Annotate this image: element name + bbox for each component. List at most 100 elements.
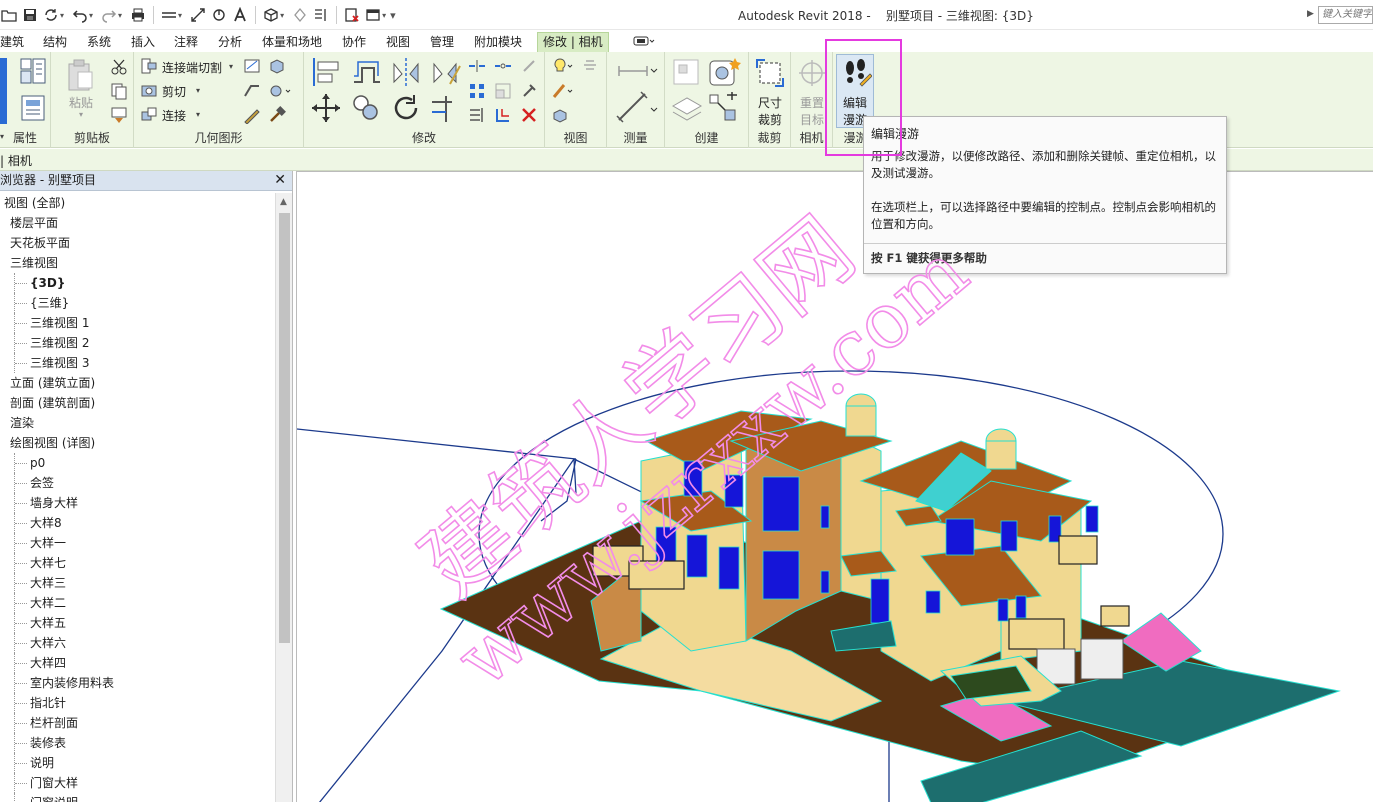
tree-item[interactable]: 大样四 <box>0 653 275 673</box>
panel-toggle-icon[interactable] <box>633 33 655 52</box>
customize-qat-icon[interactable]: ▾ <box>390 9 396 22</box>
hammer-icon[interactable] <box>268 106 286 124</box>
properties-icon[interactable] <box>18 56 48 86</box>
cut-scissors-icon[interactable] <box>110 58 128 76</box>
join-geometry-icon[interactable] <box>140 106 158 124</box>
trim-extend-icon[interactable] <box>430 92 462 124</box>
tree-item[interactable]: 指北针 <box>0 693 275 713</box>
tab-add-ins[interactable]: 附加模块 <box>474 33 522 52</box>
tree-item[interactable]: 大样二 <box>0 593 275 613</box>
tab-analyze[interactable]: 分析 <box>218 33 242 52</box>
create-parts-icon[interactable] <box>707 56 741 88</box>
tree-item[interactable]: 门窗大样 <box>0 773 275 793</box>
tree-item[interactable]: 大样七 <box>0 553 275 573</box>
copy-icon[interactable] <box>110 82 128 100</box>
trim-corner-icon[interactable] <box>494 106 512 124</box>
tab-massing-site[interactable]: 体量和场地 <box>262 33 322 52</box>
chevron-down-icon[interactable]: ▾ <box>118 11 122 20</box>
tree-item[interactable]: 视图 (全部) <box>0 193 275 213</box>
section-icon[interactable] <box>291 5 309 25</box>
thin-lines-icon[interactable] <box>312 5 330 25</box>
tree-item[interactable]: 三维视图 2 <box>0 333 275 353</box>
scrollbar-thumb[interactable] <box>279 213 290 643</box>
tree-item[interactable]: 大样五 <box>0 613 275 633</box>
split-gap-icon[interactable] <box>494 57 512 75</box>
print-icon[interactable] <box>129 5 147 25</box>
create-similar-icon[interactable] <box>707 92 741 124</box>
tab-systems[interactable]: 系统 <box>87 33 111 52</box>
override-graphics-icon[interactable] <box>581 57 599 75</box>
copy-element-icon[interactable] <box>350 92 382 124</box>
cut-geometry-label[interactable]: 剪切 <box>162 83 186 100</box>
tree-item[interactable]: 大样8 <box>0 513 275 533</box>
tree-item[interactable]: {三维} <box>0 293 275 313</box>
create-group-icon[interactable] <box>669 92 703 124</box>
pin-gray-icon[interactable] <box>520 57 538 75</box>
linework-icon[interactable] <box>551 82 575 100</box>
move-icon[interactable] <box>310 92 342 124</box>
unpin-icon[interactable] <box>520 82 538 100</box>
scroll-up-icon[interactable]: ▲ <box>280 197 287 207</box>
scale-icon[interactable] <box>494 82 512 100</box>
tree-item[interactable]: 大样一 <box>0 533 275 553</box>
tree-item[interactable]: 渲染 <box>0 413 275 433</box>
expand-arrow-icon[interactable]: ▶ <box>1307 9 1314 19</box>
tab-insert[interactable]: 插入 <box>131 33 155 52</box>
tree-item[interactable]: 天花板平面 <box>0 233 275 253</box>
split-face-icon[interactable] <box>243 57 261 75</box>
redo-icon[interactable] <box>100 5 118 25</box>
paint-icon[interactable] <box>268 57 286 75</box>
tab-manage[interactable]: 管理 <box>430 33 454 52</box>
tree-item[interactable]: 楼层平面 <box>0 213 275 233</box>
modify-tool-icon[interactable] <box>0 58 7 124</box>
paste-icon[interactable] <box>66 58 96 92</box>
wall-joins-icon[interactable] <box>243 82 261 100</box>
switch-windows-icon[interactable] <box>364 5 382 25</box>
cope-label[interactable]: 连接端切割 <box>162 59 222 76</box>
tab-view[interactable]: 视图 <box>386 33 410 52</box>
tab-modify-camera[interactable]: 修改 | 相机 <box>537 32 609 52</box>
mirror-draw-axis-icon[interactable] <box>430 56 462 88</box>
type-properties-icon[interactable] <box>20 94 46 122</box>
split-element-icon[interactable] <box>468 57 486 75</box>
delete-icon[interactable] <box>520 106 538 124</box>
tab-collaborate[interactable]: 协作 <box>342 33 366 52</box>
reset-target-icon[interactable] <box>797 58 827 88</box>
rotate-icon[interactable] <box>390 92 422 124</box>
tree-item[interactable]: 绘图视图 (详图) <box>0 433 275 453</box>
tree-item[interactable]: 大样三 <box>0 573 275 593</box>
tree-item[interactable]: {3D} <box>0 273 275 293</box>
tree-item[interactable]: 室内装修用料表 <box>0 673 275 693</box>
dimension-icon[interactable] <box>189 5 207 25</box>
close-hidden-windows-icon[interactable] <box>343 5 361 25</box>
angle-icon[interactable] <box>210 5 228 25</box>
array-icon[interactable] <box>468 82 486 100</box>
tree-item[interactable]: 装修表 <box>0 733 275 753</box>
chevron-down-icon[interactable]: ▾ <box>89 11 93 20</box>
hide-in-view-icon[interactable] <box>551 57 575 75</box>
tree-item[interactable]: 立面 (建筑立面) <box>0 373 275 393</box>
chevron-down-icon[interactable]: ▾ <box>178 11 182 20</box>
tree-item[interactable]: 会签 <box>0 473 275 493</box>
demolish-icon[interactable] <box>268 82 292 100</box>
selection-box-icon[interactable] <box>551 106 569 124</box>
tree-item[interactable]: 剖面 (建筑剖面) <box>0 393 275 413</box>
tree-item[interactable]: p0 <box>0 453 275 473</box>
search-input[interactable]: 键入关键字 <box>1318 6 1373 24</box>
aligned-dimension-icon[interactable] <box>615 90 659 124</box>
tree-item[interactable]: 墙身大样 <box>0 493 275 513</box>
chevron-down-icon[interactable]: ▾ <box>60 11 64 20</box>
tree-item[interactable]: 三维视图 1 <box>0 313 275 333</box>
cut-geometry-icon[interactable] <box>140 82 158 100</box>
offset-icon[interactable] <box>350 56 382 88</box>
tab-architecture[interactable]: 建筑 <box>0 33 24 52</box>
default-3d-view-icon[interactable] <box>262 5 280 25</box>
close-icon[interactable]: ✕ <box>274 171 286 190</box>
sync-icon[interactable] <box>42 5 60 25</box>
tree-item[interactable]: 大样六 <box>0 633 275 653</box>
cope-icon[interactable] <box>140 57 158 75</box>
chevron-down-icon[interactable]: ▾ <box>382 11 386 20</box>
measure-icon[interactable] <box>160 5 178 25</box>
create-assembly-icon[interactable] <box>671 57 703 87</box>
open-icon[interactable] <box>0 5 18 25</box>
